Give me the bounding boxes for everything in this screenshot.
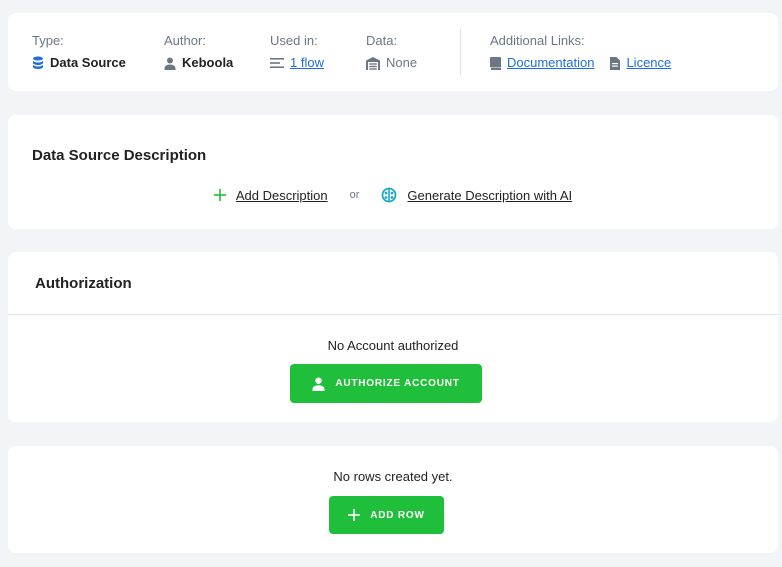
author-value-text: Keboola <box>182 55 234 70</box>
add-row-button[interactable]: ADD ROW <box>329 496 444 534</box>
author-section: Author: Keboola <box>164 33 233 71</box>
or-separator: or <box>349 189 360 201</box>
additional-links-value: Documentation Licence <box>490 55 671 71</box>
additional-links-label: Additional Links: <box>490 33 585 48</box>
type-label: Type: <box>32 33 64 48</box>
used-in-label: Used in: <box>270 33 318 48</box>
author-value: Keboola <box>164 55 233 71</box>
add-description-label: Add Description <box>235 187 328 203</box>
plus-icon <box>348 509 361 521</box>
description-card: Data Source Description Add Description … <box>8 115 778 229</box>
rows-card: No rows created yet. ADD ROW <box>8 446 778 553</box>
licence-link[interactable]: Licence <box>626 55 671 71</box>
used-in-value: 1 flow <box>270 55 324 71</box>
authorization-title: Authorization <box>35 275 132 292</box>
author-label: Author: <box>164 33 206 48</box>
authorization-card: Authorization No Account authorized AUTH… <box>8 252 778 422</box>
file-icon <box>610 56 621 70</box>
add-description-button[interactable]: Add Description <box>213 187 328 203</box>
generate-description-label: Generate Description with AI <box>407 187 573 203</box>
type-value-text: Data Source <box>50 55 126 70</box>
data-label: Data: <box>366 33 398 48</box>
authorization-status: No Account authorized <box>327 338 459 353</box>
description-title: Data Source Description <box>32 147 207 164</box>
generate-description-ai-button[interactable]: Generate Description with AI <box>381 187 572 203</box>
ai-brain-icon <box>381 187 397 203</box>
add-row-label: ADD ROW <box>370 509 425 521</box>
type-section: Type: Data Source <box>32 33 126 71</box>
additional-links-section: Additional Links: Documentation Licence <box>490 33 671 71</box>
data-section: Data: None <box>366 33 417 71</box>
user-icon <box>312 377 325 391</box>
flow-lines-icon <box>270 57 284 69</box>
data-value-text: None <box>386 55 418 70</box>
database-icon <box>32 56 44 70</box>
type-value: Data Source <box>32 55 126 71</box>
component-meta-card: Type: Data Source Author: Keboola Used i… <box>8 13 778 91</box>
meta-divider <box>460 29 461 75</box>
book-icon <box>490 56 501 70</box>
documentation-link[interactable]: Documentation <box>507 55 594 71</box>
description-actions: Add Description or Generate Description … <box>8 187 778 203</box>
authorize-account-button[interactable]: AUTHORIZE ACCOUNT <box>290 364 482 403</box>
user-icon <box>164 57 176 70</box>
used-in-section: Used in: 1 flow <box>270 33 324 71</box>
plus-icon <box>213 189 226 201</box>
data-value: None <box>366 55 417 71</box>
warehouse-icon <box>366 56 380 70</box>
authorization-divider <box>8 314 778 315</box>
authorize-account-label: AUTHORIZE ACCOUNT <box>335 378 460 389</box>
rows-status: No rows created yet. <box>333 469 453 484</box>
flow-link[interactable]: 1 flow <box>290 55 324 71</box>
